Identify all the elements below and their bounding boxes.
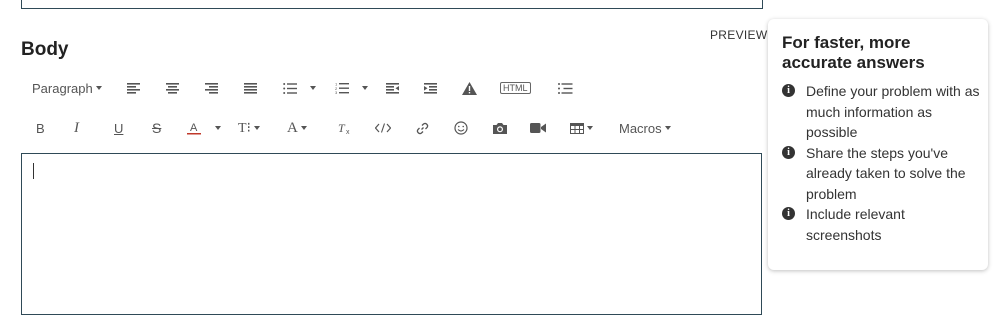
tips-list: i Define your problem with as much infor… xyxy=(782,81,982,245)
indent-button[interactable] xyxy=(424,76,437,100)
table-icon xyxy=(570,122,584,134)
chevron-down-icon xyxy=(664,126,671,130)
text-color-icon: A xyxy=(187,122,201,135)
insert-link-button[interactable] xyxy=(416,116,429,140)
toc-icon xyxy=(558,82,573,94)
tips-list-item: i Define your problem with as much infor… xyxy=(782,81,982,143)
align-right-button[interactable] xyxy=(205,76,218,100)
svg-text:T: T xyxy=(338,122,346,135)
clear-format-icon: Tx xyxy=(338,122,350,135)
svg-text:A: A xyxy=(190,122,198,134)
numbered-list-icon: 123 xyxy=(335,82,349,94)
align-right-icon xyxy=(205,82,218,94)
link-icon xyxy=(416,122,429,134)
outdent-icon xyxy=(386,82,399,94)
macros-label: Macros xyxy=(619,120,662,136)
tips-item-text: Share the steps you've already taken to … xyxy=(806,144,966,202)
warning-triangle-icon xyxy=(462,81,477,95)
html-source-button[interactable]: HTML xyxy=(500,76,531,100)
text-color-dropdown-icon[interactable] xyxy=(215,126,221,130)
body-section-title: Body xyxy=(21,39,69,60)
toolbar-row-1: Paragraph 123 HTML xyxy=(25,76,585,100)
info-circle-icon: i xyxy=(782,207,795,220)
video-camera-icon xyxy=(530,123,546,133)
outdent-button[interactable] xyxy=(386,76,399,100)
body-editor[interactable] xyxy=(21,153,762,315)
underline-label: U xyxy=(114,120,124,136)
italic-button[interactable]: I xyxy=(74,116,79,140)
insert-table-dropdown[interactable] xyxy=(570,116,593,140)
strikethrough-label: S xyxy=(152,120,162,136)
align-justify-icon xyxy=(244,82,257,94)
text-color-button[interactable]: A xyxy=(187,116,201,140)
chevron-down-icon xyxy=(254,126,261,130)
align-center-button[interactable] xyxy=(166,76,179,100)
indent-icon xyxy=(424,82,437,94)
insert-video-button[interactable] xyxy=(530,116,546,140)
info-circle-icon: i xyxy=(782,84,795,97)
code-button[interactable] xyxy=(375,116,391,140)
tips-item-text: Include relevant screenshots xyxy=(806,206,905,243)
html-icon: HTML xyxy=(500,82,531,94)
text-size-dropdown[interactable]: T⁝ xyxy=(238,116,261,140)
tips-item-text: Define your problem with as much informa… xyxy=(806,83,980,140)
paragraph-format-label: Paragraph xyxy=(32,80,93,96)
insert-image-button[interactable] xyxy=(492,116,508,140)
ordered-list-button[interactable]: 123 xyxy=(335,76,349,100)
text-size-label: T⁝ xyxy=(238,120,252,136)
chevron-down-icon xyxy=(300,126,307,130)
paragraph-format-dropdown[interactable]: Paragraph xyxy=(32,76,102,100)
font-family-label: A xyxy=(287,119,298,136)
italic-label: I xyxy=(74,119,79,136)
bold-label: B xyxy=(36,120,45,136)
preview-link[interactable]: PREVIEW xyxy=(710,28,767,42)
chevron-down-icon xyxy=(95,86,102,90)
macros-dropdown[interactable]: Macros xyxy=(619,116,671,140)
strikethrough-button[interactable]: S xyxy=(152,116,161,140)
tips-list-item: i Include relevant screenshots xyxy=(782,204,982,245)
align-justify-button[interactable] xyxy=(244,76,257,100)
table-of-contents-button[interactable] xyxy=(558,76,573,100)
align-left-button[interactable] xyxy=(127,76,140,100)
emoji-button[interactable] xyxy=(454,116,468,140)
tips-list-item: i Share the steps you've already taken t… xyxy=(782,143,982,205)
text-cursor xyxy=(33,163,34,179)
font-family-dropdown[interactable]: A xyxy=(287,116,307,140)
camera-icon xyxy=(493,122,507,134)
info-circle-icon: i xyxy=(782,145,795,159)
unordered-list-button[interactable] xyxy=(283,76,297,100)
align-center-icon xyxy=(166,82,179,94)
align-left-icon xyxy=(127,82,140,94)
svg-text:x: x xyxy=(346,129,350,135)
chevron-down-icon xyxy=(587,126,593,130)
svg-text:3: 3 xyxy=(335,90,338,94)
ordered-list-dropdown-icon[interactable] xyxy=(362,86,368,90)
tips-panel: For faster, more accurate answers i Defi… xyxy=(768,19,988,270)
underline-button[interactable]: U xyxy=(114,116,123,140)
code-icon xyxy=(375,123,391,133)
warning-button[interactable] xyxy=(462,76,477,100)
toolbar-row-2: B I U S A T⁝ A Tx Macros xyxy=(25,116,685,140)
unordered-list-dropdown-icon[interactable] xyxy=(310,86,316,90)
bold-button[interactable]: B xyxy=(36,116,45,140)
bullet-list-icon xyxy=(283,82,297,94)
previous-field[interactable] xyxy=(21,0,763,9)
clear-formatting-button[interactable]: Tx xyxy=(338,116,352,140)
tips-title: For faster, more accurate answers xyxy=(782,33,925,72)
emoji-smile-icon xyxy=(454,121,468,135)
